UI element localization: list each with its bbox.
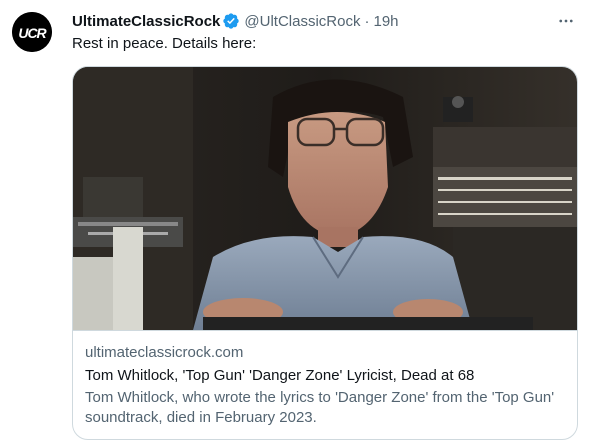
card-image[interactable] xyxy=(73,67,577,330)
avatar[interactable]: UCR xyxy=(12,12,52,52)
tweet[interactable]: UCR UltimateClassicRock @UltClassicRock … xyxy=(0,0,592,447)
card-photo xyxy=(73,67,577,330)
tweet-text: Rest in peace. Details here: xyxy=(72,35,257,52)
handle[interactable]: @UltClassicRock xyxy=(244,13,360,30)
display-name[interactable]: UltimateClassicRock xyxy=(72,13,220,30)
ucr-logo: UCR xyxy=(12,12,52,52)
link-card[interactable]: ultimateclassicrock.com Tom Whitlock, 'T… xyxy=(72,66,578,440)
avatar-letters: UCR xyxy=(18,25,47,41)
card-body[interactable]: ultimateclassicrock.com Tom Whitlock, 'T… xyxy=(73,330,577,439)
tweet-header: UltimateClassicRock @UltClassicRock · 19… xyxy=(72,11,576,31)
more-horizontal-icon[interactable] xyxy=(556,11,576,31)
verified-badge-icon[interactable] xyxy=(222,12,240,30)
separator-dot: · xyxy=(364,12,370,30)
card-domain[interactable]: ultimateclassicrock.com xyxy=(85,343,565,363)
timestamp[interactable]: 19h xyxy=(373,13,398,30)
card-title[interactable]: Tom Whitlock, 'Top Gun' 'Danger Zone' Ly… xyxy=(85,366,565,386)
card-description[interactable]: Tom Whitlock, who wrote the lyrics to 'D… xyxy=(85,388,565,428)
